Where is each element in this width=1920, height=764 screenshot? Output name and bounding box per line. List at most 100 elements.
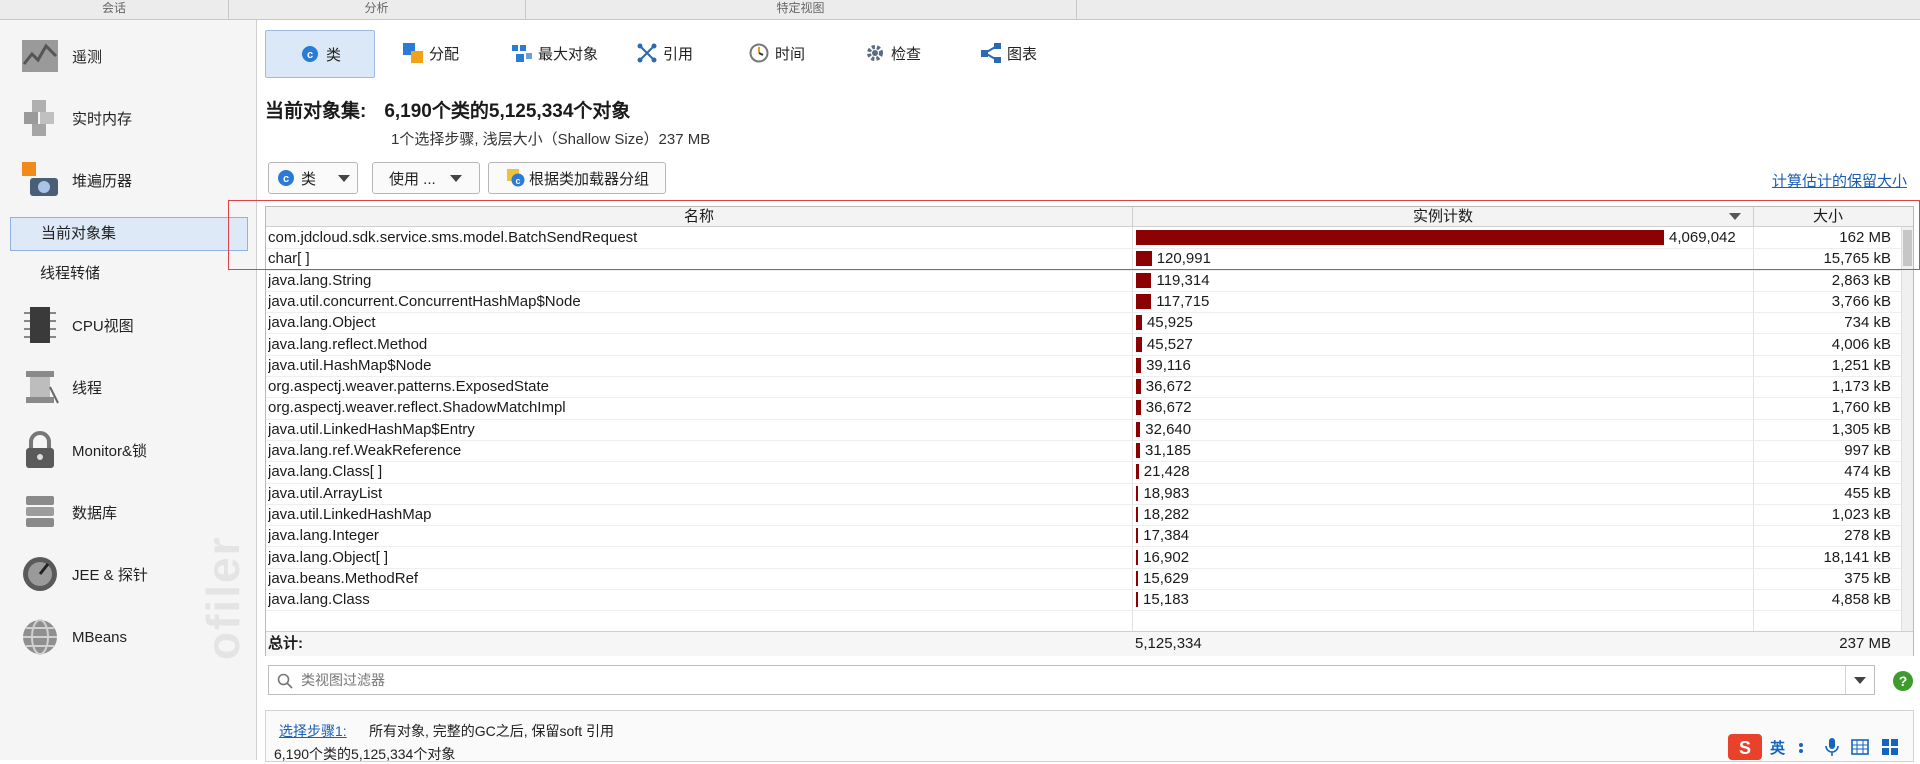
size-cell: 15,765 kB — [1823, 250, 1891, 268]
class-name-cell: java.util.ArrayList — [268, 484, 383, 502]
table-row[interactable]: java.util.ArrayList 18,983 455 kB — [266, 483, 1913, 505]
size-cell: 4,858 kB — [1831, 591, 1891, 609]
sidebar-subitem-thread-dump[interactable]: 线程转储 — [10, 258, 246, 290]
heap-walker-main: c 类 分配 最大对象 引用 时间 检查 图表 当前对象集: 6,190个类的5, — [257, 20, 1920, 762]
sidebar-item-label: 堆遍历器 — [72, 172, 133, 190]
table-row[interactable]: org.aspectj.weaver.reflect.ShadowMatchIm… — [266, 397, 1913, 420]
punctuation-icon[interactable] — [1797, 739, 1813, 755]
instance-count-value: 4,069,042 — [1669, 229, 1736, 246]
table-row[interactable]: java.lang.ref.WeakReference 31,185 997 kB — [266, 440, 1913, 463]
title-value: 6,190个类的5,125,334个对象 — [384, 101, 631, 122]
sidebar-item-threads[interactable]: 线程 — [0, 359, 256, 415]
table-header: 名称 实例计数 大小 — [266, 207, 1913, 227]
table-row[interactable]: java.util.concurrent.ConcurrentHashMap$N… — [266, 291, 1913, 314]
instance-count-value: 17,384 — [1143, 527, 1190, 545]
tab-references[interactable]: 引用 — [637, 30, 693, 76]
instance-count-bar — [1136, 528, 1139, 544]
filter-history-dropdown[interactable] — [1845, 666, 1874, 694]
tab-classes[interactable]: c 类 — [265, 30, 375, 78]
tab-graph[interactable]: 图表 — [981, 30, 1037, 76]
column-header-size[interactable]: 大小 — [1754, 207, 1902, 226]
sidebar-item-label: MBeans — [72, 628, 128, 646]
sidebar-item-heap-walker[interactable]: 堆遍历器 — [0, 152, 256, 208]
use-dropdown[interactable]: 使用 ... — [372, 162, 480, 194]
size-cell: 474 kB — [1844, 463, 1891, 481]
section-specific-views: 特定视图 — [525, 0, 1077, 19]
instance-count-value: 18,282 — [1143, 505, 1190, 523]
table-row[interactable]: java.lang.reflect.Method 45,527 4,006 kB — [266, 334, 1913, 356]
cpu-icon — [24, 307, 56, 343]
table-row[interactable]: java.lang.Object 45,925 734 kB — [266, 312, 1913, 335]
sidebar-item-cpu[interactable]: CPU视图 — [0, 297, 256, 353]
class-name-cell: java.util.concurrent.ConcurrentHashMap$N… — [268, 292, 581, 310]
table-row[interactable]: java.beans.MethodRef 15,629 375 kB — [266, 568, 1913, 591]
sidebar-item-live-memory[interactable]: 实时内存 — [0, 90, 256, 146]
help-icon[interactable]: ? — [1893, 671, 1913, 691]
class-name-cell: java.lang.reflect.Method — [268, 335, 428, 353]
chevron-down-icon — [449, 174, 462, 182]
table-row[interactable]: java.util.HashMap$Node 39,116 1,251 kB — [266, 355, 1913, 378]
sidebar-item-database[interactable]: 数据库 — [0, 484, 256, 540]
column-header-instance-count[interactable]: 实例计数 — [1133, 207, 1754, 226]
instance-count-bar — [1136, 506, 1139, 522]
total-label: 总计: — [268, 635, 303, 652]
sogou-ime-icon[interactable]: S — [1728, 734, 1762, 760]
tab-biggest-objects[interactable]: 最大对象 — [512, 30, 598, 76]
instance-count-cell: 117,715 — [1135, 291, 1753, 312]
toolbox-icon[interactable] — [1881, 738, 1899, 756]
size-cell: 1,305 kB — [1831, 420, 1891, 438]
class-filter-input[interactable] — [299, 669, 1823, 691]
size-cell: 18,141 kB — [1823, 548, 1891, 566]
class-filter-field[interactable] — [268, 665, 1875, 695]
instance-count-cell: 36,672 — [1135, 397, 1753, 418]
table-row[interactable]: java.util.LinkedHashMap 18,282 1,023 kB — [266, 504, 1913, 527]
class-name-cell: java.util.HashMap$Node — [268, 356, 432, 374]
table-row[interactable]: java.lang.Integer 17,384 278 kB — [266, 525, 1913, 548]
instance-count-cell: 4,069,042 — [1135, 227, 1753, 248]
time-icon — [749, 43, 769, 63]
table-row[interactable]: org.aspectj.weaver.patterns.ExposedState… — [266, 376, 1913, 399]
instance-count-value: 32,640 — [1145, 420, 1192, 438]
size-cell: 1,760 kB — [1831, 399, 1891, 417]
title-label: 当前对象集: — [265, 101, 367, 122]
sidebar-item-telemetry[interactable]: 遥测 — [0, 28, 256, 84]
tab-time[interactable]: 时间 — [749, 30, 805, 76]
ime-language-toggle[interactable]: 英 — [1770, 737, 1785, 758]
instance-count-bar — [1136, 485, 1139, 501]
tab-allocation[interactable]: 分配 — [403, 30, 459, 76]
scrollbar-thumb[interactable] — [1903, 230, 1912, 266]
selection-step-description: 所有对象, 完整的GC之后, 保留soft 引用 — [369, 723, 615, 739]
microphone-icon[interactable] — [1825, 738, 1839, 756]
instance-count-value: 16,902 — [1143, 548, 1190, 566]
column-header-name[interactable]: 名称 — [266, 207, 1133, 226]
class-name-cell: java.lang.Class[ ] — [268, 463, 383, 481]
instance-count-bar — [1136, 464, 1139, 480]
selection-step-link[interactable]: 选择步骤1: — [279, 721, 347, 741]
database-icon — [26, 496, 54, 527]
table-row[interactable]: java.lang.Class 15,183 4,858 kB — [266, 589, 1913, 612]
class-view-dropdown[interactable]: c 类 — [268, 162, 358, 194]
instance-count-value: 45,925 — [1146, 314, 1193, 332]
instance-count-value: 31,185 — [1145, 442, 1191, 459]
table-row[interactable]: com.jdcloud.sdk.service.sms.model.BatchS… — [266, 227, 1913, 250]
vertical-scrollbar[interactable] — [1901, 227, 1913, 631]
instance-count-cell: 15,629 — [1135, 568, 1753, 589]
instance-count-cell: 119,314 — [1135, 270, 1753, 291]
class-name-cell: java.lang.Object[ ] — [268, 548, 389, 566]
group-by-classloader-button[interactable]: c 根据类加载器分组 — [488, 162, 666, 194]
keyboard-icon[interactable] — [1851, 739, 1869, 755]
sidebar-subitem-current-object-set[interactable]: 当前对象集 — [10, 217, 248, 251]
heap-walker-icon — [22, 162, 58, 196]
table-row[interactable]: java.lang.String 119,314 2,863 kB — [266, 270, 1913, 292]
table-row[interactable]: java.lang.Object[ ] 16,902 18,141 kB — [266, 547, 1913, 569]
instance-count-value: 39,116 — [1146, 356, 1191, 374]
table-row[interactable]: java.lang.Class[ ] 21,428 474 kB — [266, 461, 1913, 484]
sidebar-item-monitors-locks[interactable]: Monitor&锁 — [0, 422, 256, 478]
table-row[interactable]: java.util.LinkedHashMap$Entry 32,640 1,305… — [266, 419, 1913, 441]
class-name-cell: java.util.LinkedHashMap — [268, 505, 432, 523]
tab-inspections[interactable]: 检查 — [865, 30, 921, 76]
class-name-cell: java.lang.ref.WeakReference — [268, 442, 462, 459]
table-row[interactable]: char[ ] 120,991 15,765 kB — [266, 248, 1913, 271]
calc-retained-size-link[interactable]: 计算估计的保留大小 — [1772, 170, 1907, 191]
sidebar-item-label: JEE & 探针 — [72, 566, 148, 584]
